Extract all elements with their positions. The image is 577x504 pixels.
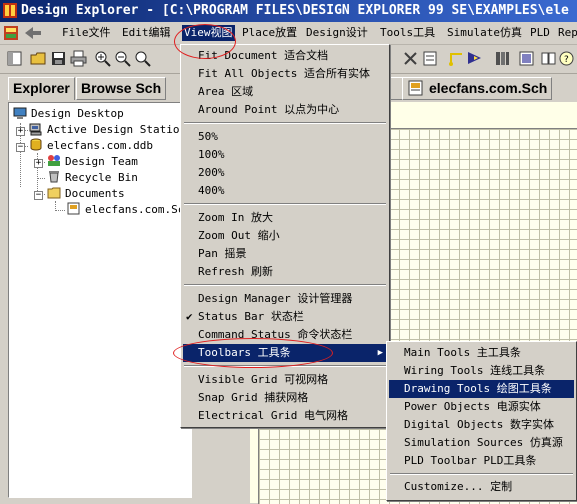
team-icon xyxy=(48,155,60,166)
menu-item-zoom-out[interactable]: Zoom Out 缩小 xyxy=(183,227,387,245)
menu-item-pld-toolbar[interactable]: PLD Toolbar PLD工具条 xyxy=(389,452,574,470)
workstation-icon xyxy=(29,123,42,136)
menu-bar: File文件 Edit编辑 View视图 Place放置 Design设计 To… xyxy=(0,22,577,45)
browse-library-icon[interactable] xyxy=(518,50,535,67)
menu-report[interactable]: Rep xyxy=(558,25,577,41)
menu-item-zoom-100[interactable]: 100% xyxy=(183,146,387,164)
menu-design[interactable]: Design设计 xyxy=(306,25,368,41)
back-arrow-icon[interactable] xyxy=(24,26,42,40)
tool-icon[interactable] xyxy=(402,50,419,67)
menu-item-electrical-grid[interactable]: Electrical Grid 电气网格 xyxy=(183,407,387,425)
help-icon[interactable]: ? xyxy=(558,50,575,67)
menu-item-snap-grid[interactable]: Snap Grid 捕获网格 xyxy=(183,389,387,407)
library-icon[interactable] xyxy=(494,50,511,67)
place-part-icon[interactable] xyxy=(466,50,483,67)
tab-explorer[interactable]: Explorer xyxy=(8,77,75,100)
tab-browse-sch[interactable]: Browse Sch xyxy=(76,77,167,100)
open-folder-icon[interactable] xyxy=(30,50,47,67)
expand-toggle[interactable]: + xyxy=(34,159,43,168)
menu-separator xyxy=(184,284,386,286)
schematic-doc-icon xyxy=(67,202,80,215)
menu-item-digital-objects[interactable]: Digital Objects 数字实体 xyxy=(389,416,574,434)
tree-label: Design Desktop xyxy=(31,107,124,120)
menu-place[interactable]: Place放置 xyxy=(242,25,297,41)
zoom-out-icon[interactable] xyxy=(114,50,131,67)
menu-item-zoom-200[interactable]: 200% xyxy=(183,164,387,182)
annotation-ellipse-view xyxy=(174,24,236,59)
menu-item-zoom-in[interactable]: Zoom In 放大 xyxy=(183,209,387,227)
toolbars-submenu: Main Tools 主工具条 Wiring Tools 连线工具条 Drawi… xyxy=(386,341,577,501)
menu-simulate[interactable]: Simulate仿真 xyxy=(447,25,522,41)
wire-tool-icon[interactable] xyxy=(448,50,465,67)
menu-separator xyxy=(184,203,386,205)
menu-item-visible-grid[interactable]: Visible Grid 可视网格 xyxy=(183,371,387,389)
app-icon xyxy=(3,3,17,18)
menu-item-refresh[interactable]: Refresh 刷新 xyxy=(183,263,387,281)
folder-icon xyxy=(47,187,61,199)
menu-item-zoom-400[interactable]: 400% xyxy=(183,182,387,200)
tab-label: elecfans.com.Sch xyxy=(429,80,548,96)
document-menu-icon[interactable] xyxy=(3,25,19,41)
zoom-in-icon[interactable] xyxy=(94,50,111,67)
menu-item-status-bar[interactable]: ✔ Status Bar 状态栏 xyxy=(183,308,387,326)
tree-label: elecfans.com.ddb xyxy=(47,139,153,152)
menu-item-drawing-tools[interactable]: Drawing Tools 绘图工具条 xyxy=(389,380,574,398)
align-icon[interactable] xyxy=(540,50,557,67)
tree-label: Design Team xyxy=(65,155,138,168)
tab-elecfans-sch[interactable]: elecfans.com.Sch xyxy=(402,77,553,100)
menu-item-design-manager[interactable]: Design Manager 设计管理器 xyxy=(183,290,387,308)
menu-item-main-tools[interactable]: Main Tools 主工具条 xyxy=(389,344,574,362)
menu-item-simulation-sources[interactable]: Simulation Sources 仿真源 xyxy=(389,434,574,452)
checkmark-icon: ✔ xyxy=(186,310,193,323)
menu-item-power-objects[interactable]: Power Objects 电源实体 xyxy=(389,398,574,416)
schematic-doc-icon xyxy=(408,80,423,96)
collapse-toggle[interactable]: − xyxy=(34,191,43,200)
tool-icon[interactable] xyxy=(422,50,439,67)
title-bar: Design Explorer - [C:\PROGRAM FILES\DESI… xyxy=(0,0,577,22)
tree-label: Documents xyxy=(65,187,125,200)
print-icon[interactable] xyxy=(70,50,87,67)
window-title: Design Explorer - [C:\PROGRAM FILES\DESI… xyxy=(21,3,569,18)
tree-label: elecfans.com.Sc xyxy=(85,203,185,216)
menu-separator xyxy=(184,122,386,124)
menu-item-area[interactable]: Area 区域 xyxy=(183,83,387,101)
menu-item-wiring-tools[interactable]: Wiring Tools 连线工具条 xyxy=(389,362,574,380)
zoom-fit-icon[interactable] xyxy=(134,50,151,67)
annotation-ellipse-toolbars xyxy=(173,338,333,368)
tree-label: Recycle Bin xyxy=(65,171,138,184)
menu-item-zoom-50[interactable]: 50% xyxy=(183,128,387,146)
menu-pld[interactable]: PLD xyxy=(530,25,550,41)
menu-item-label: Status Bar 状态栏 xyxy=(198,310,304,323)
recycle-bin-icon xyxy=(49,171,59,183)
menu-item-customize[interactable]: Customize... 定制 xyxy=(389,478,574,496)
menu-edit[interactable]: Edit编辑 xyxy=(122,25,171,41)
save-icon[interactable] xyxy=(50,50,67,67)
explorer-tree-panel: Design Desktop + Active Design Station −… xyxy=(8,102,192,498)
desktop-icon xyxy=(13,107,27,119)
menu-tools[interactable]: Tools工具 xyxy=(380,25,435,41)
svg-text:?: ? xyxy=(564,55,569,65)
menu-item-around-point[interactable]: Around Point 以点为中心 xyxy=(183,101,387,119)
database-icon xyxy=(30,138,42,151)
panel-toggle-icon[interactable] xyxy=(6,50,23,67)
menu-file[interactable]: File文件 xyxy=(62,25,111,41)
menu-item-fit-all-objects[interactable]: Fit All Objects 适合所有实体 xyxy=(183,65,387,83)
expand-toggle[interactable]: + xyxy=(16,127,25,136)
menu-separator xyxy=(390,473,573,475)
tree-label: Active Design Station xyxy=(47,123,187,136)
view-menu: Fit Document 适合文档 Fit All Objects 适合所有实体… xyxy=(180,44,390,428)
submenu-arrow-icon: ▶ xyxy=(377,348,383,358)
menu-item-pan[interactable]: Pan 摇景 xyxy=(183,245,387,263)
collapse-toggle[interactable]: − xyxy=(16,143,25,152)
